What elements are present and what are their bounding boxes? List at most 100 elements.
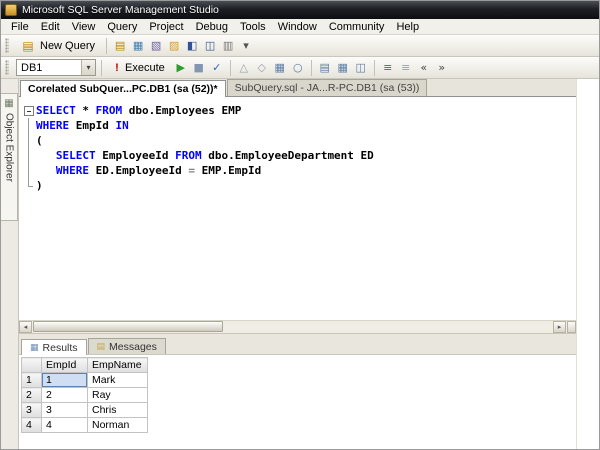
results-tab-strip: ▦ Results ▤ Messages [19,337,576,355]
grid-cell[interactable]: Norman [87,417,148,433]
parse-icon[interactable]: ✓ [209,60,225,76]
code-area[interactable]: SELECT * FROM dbo.Employees EMP WHERE Emp… [19,97,576,320]
results-tab-results[interactable]: ▦ Results [21,339,87,355]
execute-button[interactable]: ! Execute [107,58,171,77]
toolbar-grip[interactable] [5,60,9,75]
query-options-icon[interactable]: ◇ [254,60,270,76]
grid-cell[interactable]: 3 [41,402,88,418]
code-line: ( [22,133,576,148]
column-header[interactable]: EmpName [87,357,148,373]
row-header[interactable]: 4 [21,417,42,433]
menu-community[interactable]: Community [323,20,391,34]
table-row: 2 2 Ray [21,387,148,403]
new-database-engine-query-icon[interactable]: ▤ [112,38,128,54]
execute-icon: ! [115,61,119,74]
code-line: ) [22,178,576,193]
scroll-left-icon[interactable]: ◂ [19,321,32,333]
code-text: ( [36,134,43,147]
grid-cell[interactable]: 4 [41,417,88,433]
grid-cell[interactable]: Mark [87,372,148,388]
menu-tools[interactable]: Tools [234,20,272,34]
standard-toolbar-icons: ▤ ▦ ▧ ▨ ◧ ◫ ▥ ▾ [112,38,254,54]
object-explorer-tab[interactable]: ▦ Object Explorer [1,93,18,221]
increase-indent-icon[interactable]: » [434,60,450,76]
results-to-file-icon[interactable]: ◫ [353,60,369,76]
toolbar-options-dropdown-icon[interactable]: ▾ [238,38,254,54]
query-toolbar-icons: ▶ ■ ✓ △ ◇ ▦ ○ ▤ ▦ ◫ ≡ ≡ «» [173,59,450,76]
document-tab[interactable]: SubQuery.sql - JA...R-PC.DB1 (sa (53)) [226,79,428,96]
menu-window[interactable]: Window [272,20,323,34]
new-analysis-services-query-icon[interactable]: ▦ [130,38,146,54]
print-icon[interactable]: ▥ [220,38,236,54]
code-line: SELECT EmployeeId FROM dbo.EmployeeDepar… [22,148,576,163]
grid-corner-cell[interactable] [21,357,42,373]
row-header[interactable]: 2 [21,387,42,403]
menu-view[interactable]: View [66,20,102,34]
outline-guide [22,148,36,163]
toolbar-separator [229,59,231,76]
pane-split-handle[interactable] [567,321,576,333]
menu-edit[interactable]: Edit [35,20,66,34]
code-text: SELECT * FROM dbo.Employees EMP [36,104,242,117]
results-grid-container: EmpId EmpName 1 1 Mark 2 2 Ray 3 3 Chris 4 4 Norman [19,355,576,433]
menu-file[interactable]: File [5,20,35,34]
code-text: ) [36,179,43,192]
new-query-icon: ▤ [22,38,34,53]
menu-project[interactable]: Project [143,20,189,34]
document-tab[interactable]: Corelated SubQuer...PC.DB1 (sa (52))* [20,80,226,97]
code-line: WHERE ED.EmployeeId = EMP.EmpId [22,163,576,178]
save-all-icon[interactable]: ◫ [202,38,218,54]
grid-cell[interactable]: Chris [87,402,148,418]
row-header[interactable]: 1 [21,372,42,388]
scrollbar-track[interactable] [32,321,553,333]
menu-bar: File Edit View Query Project Debug Tools Window… [1,19,599,35]
combo-dropdown-icon[interactable]: ▾ [81,60,95,75]
collapse-toggle-icon[interactable] [22,103,36,118]
scroll-right-icon[interactable]: ▸ [553,321,566,333]
grid-cell[interactable]: 1 [41,372,88,388]
app-icon [5,4,17,16]
toolbar-grip[interactable] [5,38,9,53]
display-estimated-plan-icon[interactable]: △ [236,60,252,76]
document-tab-strip: Corelated SubQuer...PC.DB1 (sa (52))* Sub… [19,79,576,97]
decrease-indent-icon[interactable]: « [416,60,432,76]
toolbar-separator [101,59,102,76]
table-row: 1 1 Mark [21,372,148,388]
include-client-statistics-icon[interactable]: ○ [290,60,306,76]
results-to-text-icon[interactable]: ▤ [317,60,333,76]
code-text: WHERE EmpId IN [36,119,129,132]
uncomment-lines-icon[interactable]: ≡ [398,60,414,76]
results-tab-messages[interactable]: ▤ Messages [87,338,166,354]
database-combobox[interactable]: DB1 ▾ [16,59,96,76]
outline-guide [22,133,36,148]
open-file-icon[interactable]: ▨ [166,38,182,54]
outline-guide [22,178,36,193]
right-filler [576,79,599,449]
include-actual-plan-icon[interactable]: ▦ [272,60,288,76]
new-mdx-query-icon[interactable]: ▧ [148,38,164,54]
cancel-query-icon[interactable]: ■ [191,60,207,76]
grid-cell[interactable]: Ray [87,387,148,403]
save-icon[interactable]: ◧ [184,38,200,54]
query-editor[interactable]: SELECT * FROM dbo.Employees EMP WHERE Emp… [19,97,576,333]
debug-icon[interactable]: ▶ [173,60,189,76]
row-header[interactable]: 3 [21,402,42,418]
grid-icon: ▦ [30,342,39,353]
horizontal-scrollbar[interactable]: ◂ ▸ [19,320,576,333]
results-tab-label: Results [42,341,78,354]
document-area: Corelated SubQuer...PC.DB1 (sa (52))* Sub… [19,79,576,449]
scrollbar-thumb[interactable] [33,321,223,332]
client-area: ▦ Object Explorer Corelated SubQuer...PC… [1,79,599,449]
new-query-button[interactable]: ▤ New Query [14,36,101,55]
menu-debug[interactable]: Debug [190,20,234,34]
comment-out-lines-icon[interactable]: ≡ [380,60,396,76]
results-to-grid-icon[interactable]: ▦ [335,60,351,76]
code-text: WHERE ED.EmployeeId = EMP.EmpId [55,164,262,177]
results-grid[interactable]: EmpId EmpName 1 1 Mark 2 2 Ray 3 3 Chris 4 4 Norman [21,357,148,433]
menu-query[interactable]: Query [101,20,143,34]
execute-label: Execute [125,61,165,74]
grid-cell[interactable]: 2 [41,387,88,403]
grid-header-row: EmpId EmpName [21,357,148,373]
column-header[interactable]: EmpId [41,357,88,373]
menu-help[interactable]: Help [390,20,425,34]
